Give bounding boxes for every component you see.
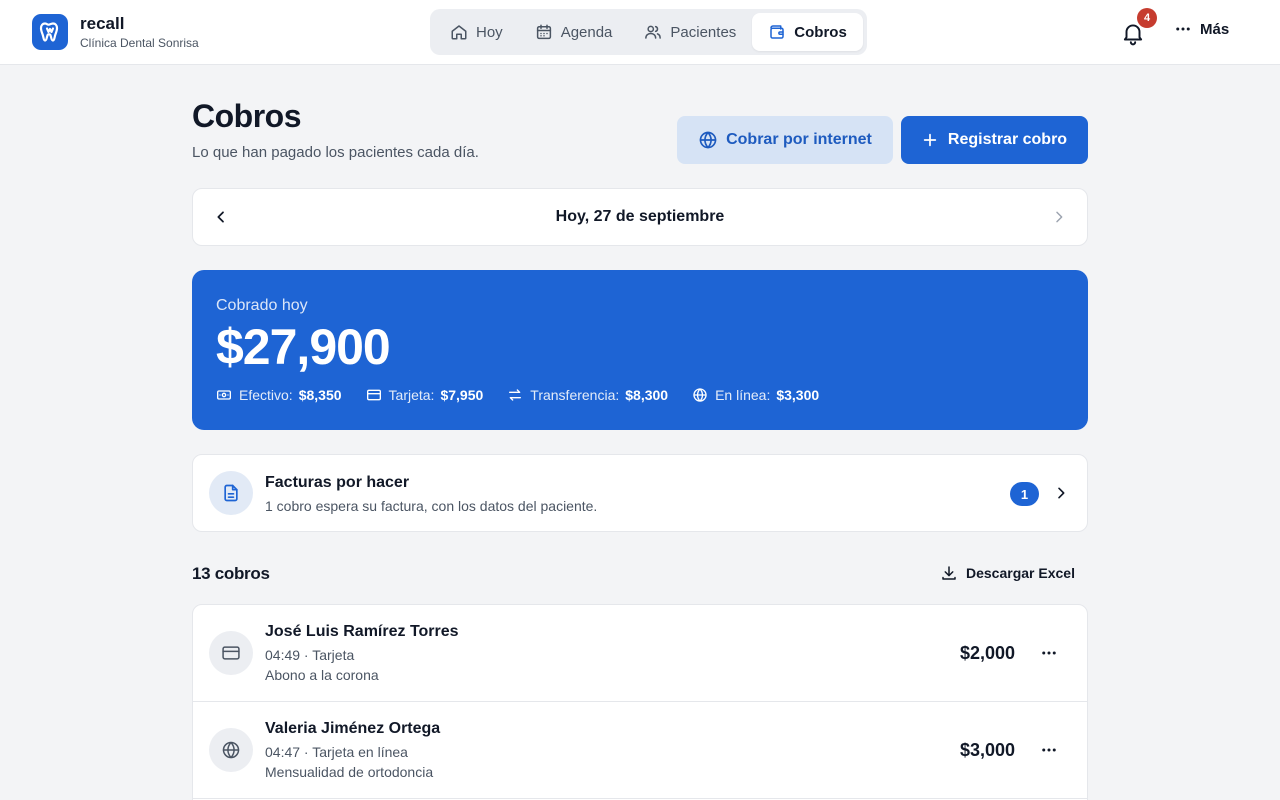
patient-name: Valeria Jiménez Ortega [265, 720, 441, 737]
payment-meta: 04:47 · Tarjeta en línea [265, 744, 408, 760]
globe-icon [699, 131, 717, 149]
nav-item-pacientes[interactable]: Pacientes [628, 13, 752, 51]
nav-item-agenda[interactable]: Agenda [519, 13, 629, 51]
register-payment-label: Registrar cobro [947, 131, 1068, 148]
card-icon [209, 631, 253, 675]
nav-label: Cobros [794, 23, 847, 41]
pending-invoices-card[interactable]: Facturas por hacer 1 cobro espera su fac… [192, 454, 1088, 532]
daily-summary-card: Cobrado hoy $27,900 Efectivo: $8,350 Tar… [192, 270, 1088, 430]
online-payment-label: Cobrar por internet [726, 131, 872, 148]
globe-icon [693, 388, 707, 402]
nav-label: Agenda [560, 23, 613, 41]
chevron-right-icon [1056, 211, 1063, 223]
breakdown-label: Transferencia: [530, 387, 620, 403]
document-icon [209, 471, 253, 515]
breakdown-label: Efectivo: [239, 387, 293, 403]
list-item[interactable]: José Luis Ramírez Torres 04:49 · Tarjeta… [193, 605, 1087, 702]
breakdown-value: $3,300 [776, 387, 820, 403]
transfer-icon [509, 389, 522, 401]
payment-note: Mensualidad de ortodoncia [265, 764, 434, 780]
brand[interactable]: recall Clínica Dental Sonrisa [32, 14, 199, 50]
breakdown-card: Tarjeta: $7,950 [366, 387, 484, 403]
nav-label: Pacientes [670, 23, 737, 41]
download-excel-button[interactable]: Descargar Excel [940, 564, 1075, 582]
breakdown-value: $7,950 [440, 387, 484, 403]
breakdown-value: $8,350 [298, 387, 342, 403]
invoices-title: Facturas por hacer [265, 474, 410, 491]
payment-meta: 04:49 · Tarjeta [265, 647, 355, 663]
breakdown-value: $8,300 [625, 387, 669, 403]
current-date-label: Hoy, 27 de septiembre [555, 208, 725, 225]
payments-count: 13 cobros [192, 564, 270, 583]
cash-icon [217, 390, 231, 400]
clinic-name: Clínica Dental Sonrisa [80, 35, 199, 50]
download-icon [942, 566, 956, 580]
payment-note: Abono a la corona [265, 667, 379, 683]
invoices-subtitle: 1 cobro espera su factura, con los datos… [265, 498, 598, 514]
breakdown-online: En línea: $3,300 [692, 387, 819, 403]
more-label: Más [1200, 20, 1230, 38]
more-dots-icon [1176, 27, 1190, 31]
date-navigator: Hoy, 27 de septiembre [192, 188, 1088, 246]
row-options-button[interactable] [1037, 643, 1061, 663]
patient-name: José Luis Ramírez Torres [265, 623, 459, 640]
payment-amount: $3,000 [959, 740, 1015, 760]
summary-label: Cobrado hoy [216, 297, 308, 314]
page-title: Cobros [192, 98, 302, 134]
invoices-count-badge: 1 [1010, 482, 1039, 506]
brand-name: recall [80, 13, 125, 33]
more-menu-button[interactable]: Más [1174, 20, 1229, 38]
users-icon [645, 25, 662, 39]
card-icon [366, 389, 381, 401]
payment-method-breakdown: Efectivo: $8,350 Tarjeta: $7,950 Transfe… [216, 387, 843, 403]
wallet-icon [770, 25, 785, 39]
nav-item-hoy[interactable]: Hoy [434, 13, 519, 51]
breakdown-transfer: Transferencia: $8,300 [507, 387, 668, 403]
online-payment-button[interactable]: Cobrar por internet [677, 116, 893, 164]
tooth-logo-icon [32, 14, 68, 50]
payment-amount: $2,000 [959, 643, 1015, 663]
top-bar: recall Clínica Dental Sonrisa Hoy Agenda… [0, 0, 1280, 65]
more-dots-icon [1042, 748, 1056, 752]
chevron-right-icon [1053, 485, 1069, 506]
nav-item-cobros[interactable]: Cobros [752, 13, 863, 51]
calendar-icon [536, 24, 551, 40]
download-excel-label: Descargar Excel [966, 565, 1075, 581]
plus-icon [923, 133, 937, 147]
page-subtitle: Lo que han pagado los pacientes cada día… [192, 144, 479, 161]
breakdown-label: Tarjeta: [388, 387, 435, 403]
summary-total-amount: $27,900 [216, 319, 391, 375]
nav-label: Hoy [476, 23, 503, 41]
list-item[interactable]: Valeria Jiménez Ortega 04:47 · Tarjeta e… [193, 702, 1087, 799]
row-options-button[interactable] [1037, 740, 1061, 760]
breakdown-cash: Efectivo: $8,350 [216, 387, 342, 403]
globe-icon [209, 728, 253, 772]
payments-list: José Luis Ramírez Torres 04:49 · Tarjeta… [192, 604, 1088, 800]
home-icon [451, 25, 467, 40]
breakdown-label: En línea: [715, 387, 771, 403]
more-dots-icon [1042, 651, 1056, 655]
notification-count-badge: 4 [1137, 8, 1157, 28]
main-nav: Hoy Agenda Pacientes Cobros [430, 9, 867, 55]
register-payment-button[interactable]: Registrar cobro [901, 116, 1088, 164]
next-day-button[interactable] [1051, 209, 1067, 230]
